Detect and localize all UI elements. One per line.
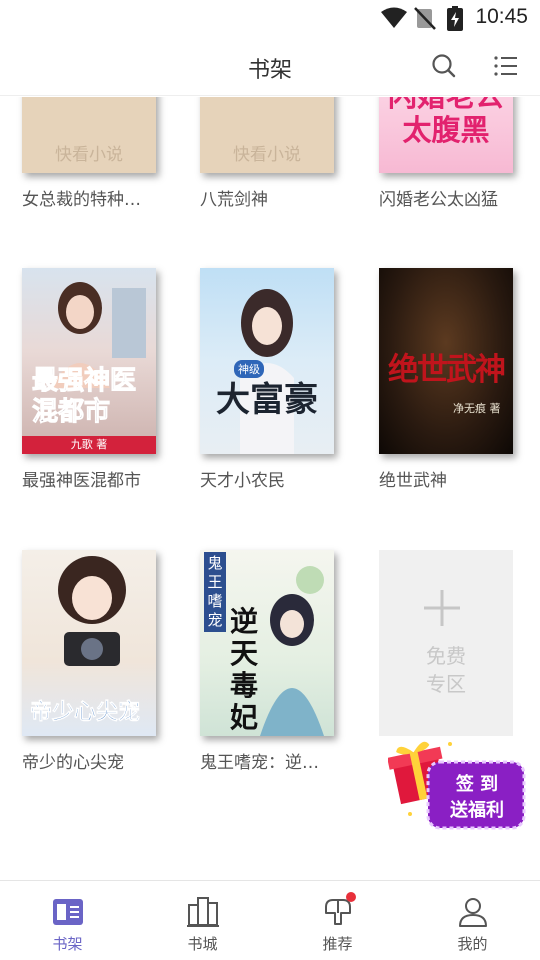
book-title: 女总裁的特种… [22,190,141,210]
cover-author: 九歌 著 [22,436,156,454]
book-item[interactable]: 帝少心尖宠 帝少的心尖宠 [22,550,156,773]
menu-list-icon[interactable] [492,52,520,80]
cover-art-text: 绝世武神 [388,352,506,388]
free-zone-line1: 免费 [426,644,466,668]
book-cover[interactable]: 闪婚老公太腹黑 [379,97,513,173]
bookshelf-icon [53,899,83,925]
book-cover[interactable]: 绝世武神 净无痕 著 [379,268,513,454]
book-cover[interactable]: 帝少心尖宠 [22,550,156,736]
cover-author-text: 九歌 [70,438,93,451]
page-title: 书架 [247,58,292,83]
tab-bookshelf[interactable]: 书架 [0,881,135,960]
book-title: 八荒剑神 [200,190,268,210]
free-zone-line2: 专区 [426,672,466,696]
cover-placeholder-text: 快看小说 [233,145,301,165]
promo-line1: 签 到 [455,774,499,795]
cover-illustration [240,289,294,454]
book-cover[interactable]: 鬼王嗜宠 逆天毒妃 [200,550,334,736]
book-title: 最强神医混都市 [22,471,141,491]
cover-art-text: 大富豪 [216,380,318,420]
tab-label: 书城 [187,935,218,953]
cover-art-text: 帝少心尖宠 [30,699,141,726]
book-item[interactable]: 快看小说 八荒剑神 [200,97,334,210]
profile-icon [459,898,487,927]
tab-profile[interactable]: 我的 [405,881,540,960]
cover-art-text: 最强神医混都市 [32,366,137,428]
tab-recommend[interactable]: 推荐 [270,881,405,960]
bottom-nav: 书架 书城 推荐 我的 [0,880,540,960]
book-title: 绝世武神 [379,471,447,491]
tab-label: 我的 [457,935,488,953]
cover-placeholder-text: 快看小说 [55,145,123,165]
bookstore-icon [187,897,219,927]
title-bar: 书架 [0,36,540,96]
book-item[interactable]: 绝世武神 净无痕 著 绝世武神 [379,268,513,491]
book-title: 天才小农民 [200,471,285,491]
wifi-icon [381,7,407,28]
book-title: 鬼王嗜宠：逆… [200,753,319,773]
no-signal-icon [414,7,436,30]
tab-label: 推荐 [322,935,353,953]
cover-author-text: 净无痕 [453,402,486,415]
book-item[interactable]: 闪婚老公太腹黑 闪婚老公太凶猛 [379,97,513,210]
promo-line2: 送福利 [450,800,504,821]
tab-label: 书架 [52,935,83,953]
free-zone-card[interactable]: 免费 专区 [379,550,513,736]
cover-author: 净无痕 著 [453,402,501,415]
book-cover[interactable]: 神级 大富豪 [200,268,334,454]
cover-badge: 鬼王嗜宠 [204,552,226,632]
book-cover[interactable]: 快看小说 [200,97,334,173]
book-item[interactable]: 神级 大富豪 天才小农民 [200,268,334,491]
book-item[interactable]: 快看小说 女总裁的特种… [22,97,156,210]
free-zone-label: 免费 专区 [379,642,513,698]
checkin-gift-button[interactable]: 签 到 送福利 [388,738,528,834]
book-title: 闪婚老公太凶猛 [379,190,498,210]
plus-icon [424,590,460,626]
battery-charging-icon [447,6,463,31]
status-bar: 10:45 [0,0,540,36]
tab-bookstore[interactable]: 书城 [135,881,270,960]
cover-art-text: 闪婚老公太腹黑 [388,97,504,147]
cover-art-text: 逆天毒妃 [230,605,259,734]
book-item[interactable]: 鬼王嗜宠 逆天毒妃 鬼王嗜宠：逆… [200,550,334,773]
book-cover[interactable]: 最强神医混都市 九歌 著 [22,268,156,454]
book-item[interactable]: 最强神医混都市 九歌 著 最强神医混都市 [22,268,156,491]
book-cover[interactable]: 快看小说 [22,97,156,173]
search-icon[interactable] [430,52,458,80]
status-time: 10:45 [475,5,528,28]
book-title: 帝少的心尖宠 [22,753,124,773]
notification-dot [346,892,356,902]
